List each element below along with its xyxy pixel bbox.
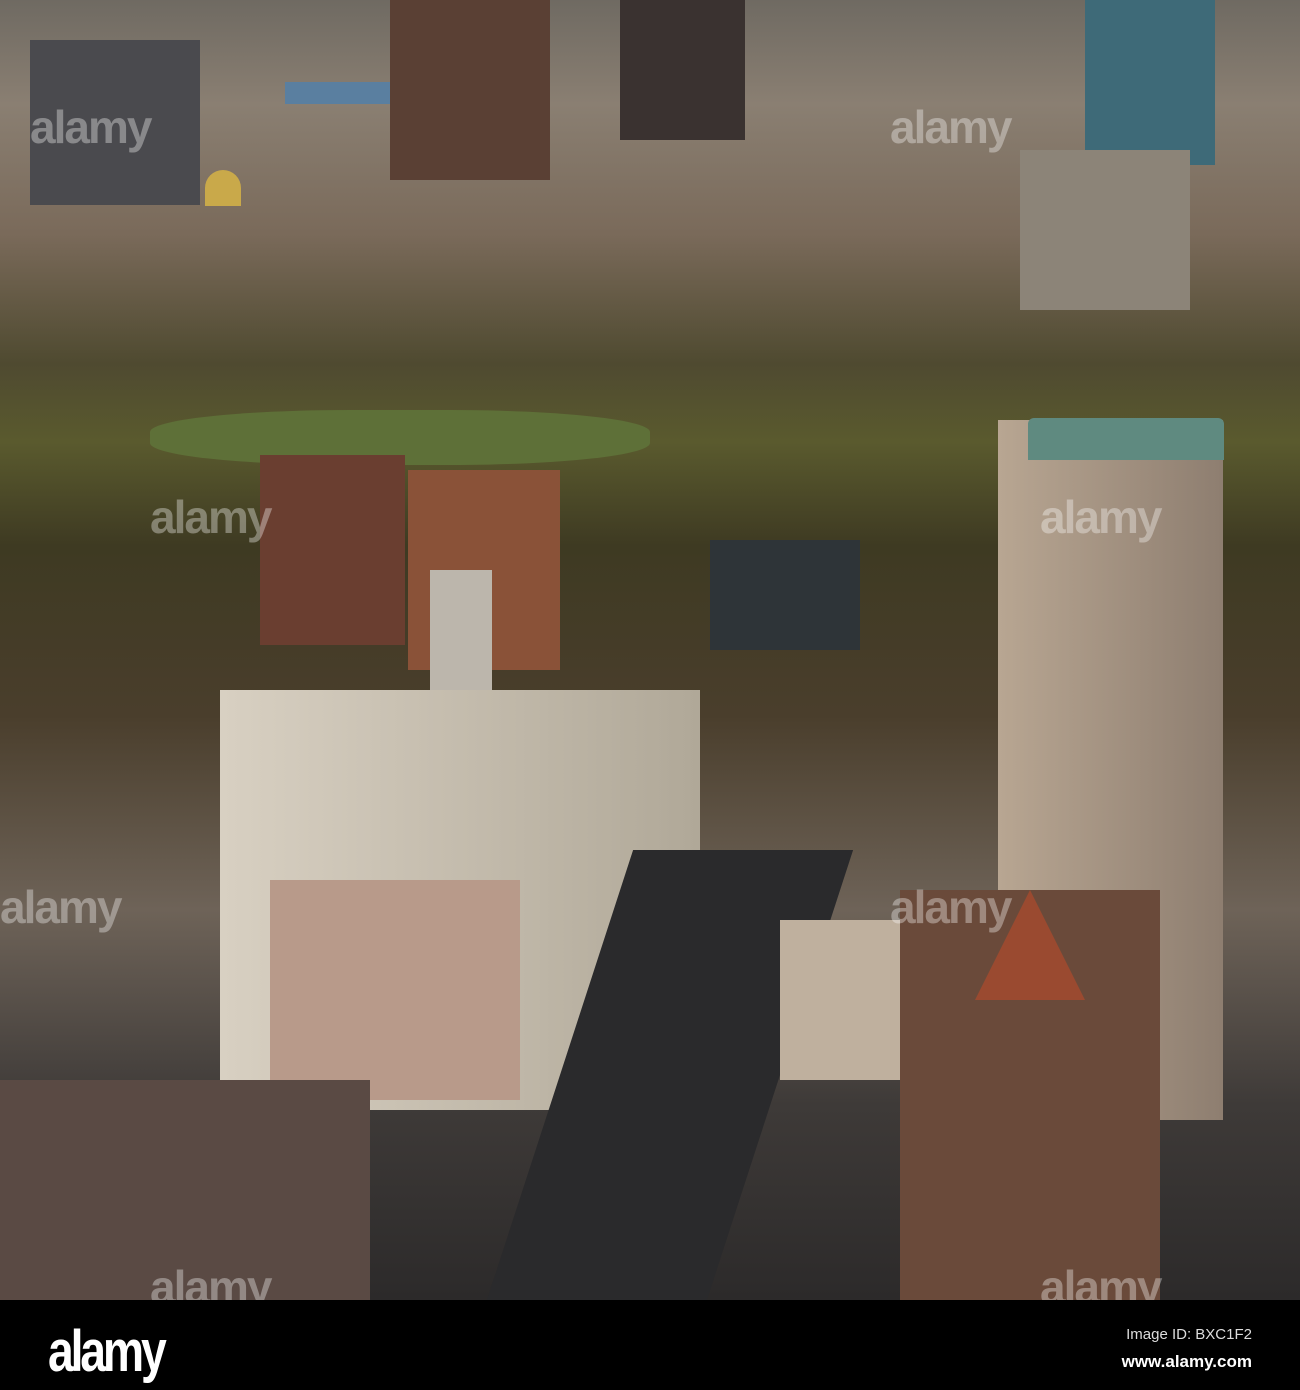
footer-bar: alamy Image ID: BXC1F2 www.alamy.com: [0, 1300, 1300, 1390]
alamy-logo: alamy: [48, 1319, 167, 1384]
glass-building: [710, 540, 860, 650]
brick-building: [260, 455, 405, 645]
skyline-building: [620, 0, 745, 140]
state-house-dome: [205, 170, 241, 206]
watermark: alamy: [890, 101, 1012, 153]
image-id: Image ID: BXC1F2: [1126, 1326, 1252, 1343]
skyline-building: [1020, 150, 1190, 310]
watermark: alamy: [890, 881, 1012, 933]
pink-building: [270, 880, 520, 1100]
skyline-building: [390, 0, 550, 180]
skyline-building: [1085, 0, 1215, 165]
watermark: alamy: [1040, 1261, 1162, 1300]
river: [285, 82, 390, 104]
watermark: alamy: [0, 881, 122, 933]
watermark: alamy: [150, 491, 272, 543]
watermark: alamy: [150, 1261, 272, 1300]
tower-roof: [1028, 418, 1224, 460]
city-aerial-photo: alamy alamy alamy alamy alamy alamy alam…: [0, 0, 1300, 1300]
watermark: alamy: [30, 101, 152, 153]
watermark: alamy: [1040, 491, 1162, 543]
site-url: www.alamy.com: [1121, 1352, 1252, 1371]
